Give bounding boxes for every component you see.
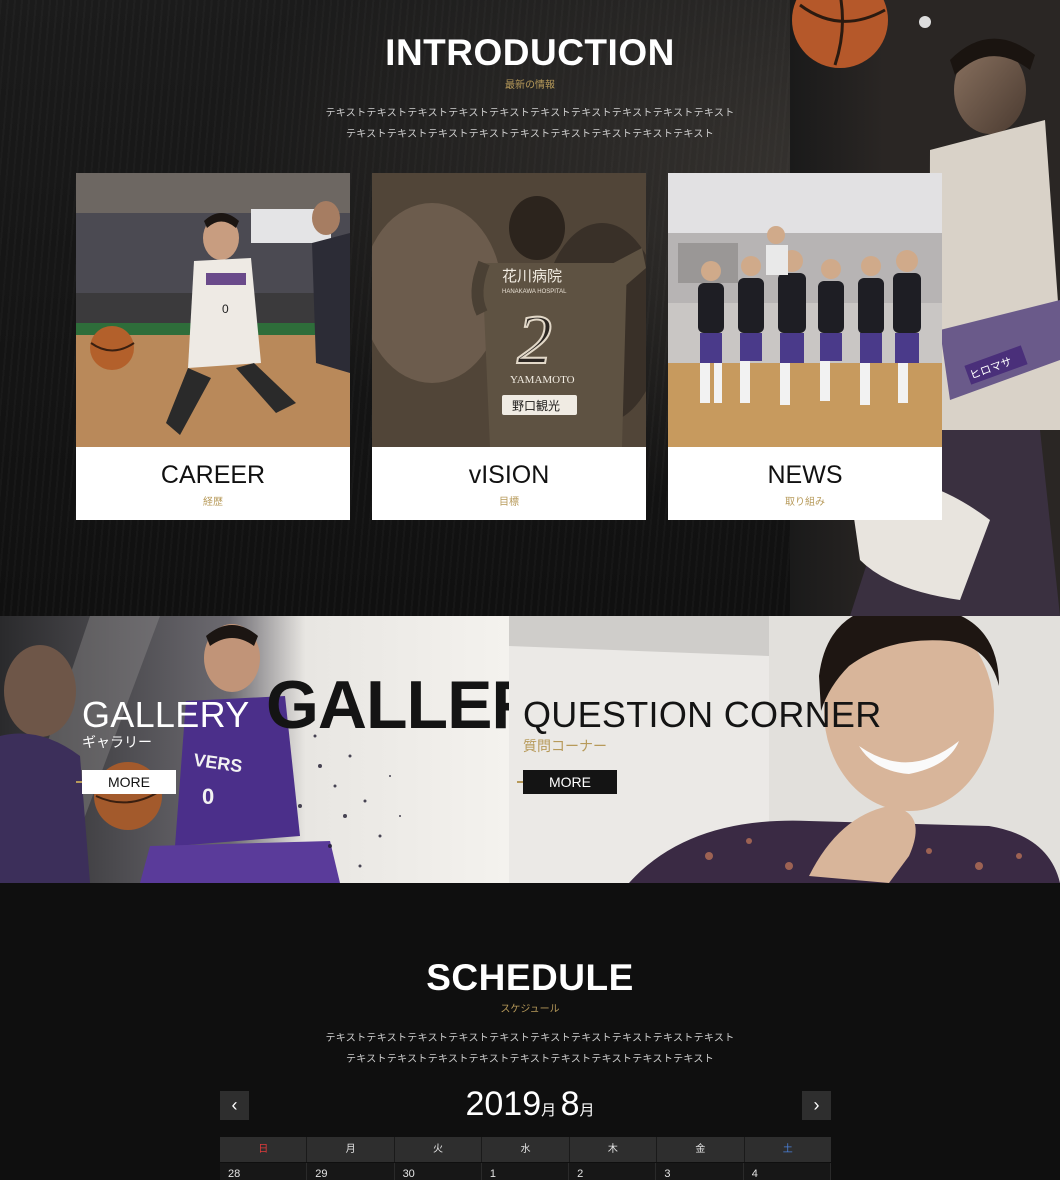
calendar-day-cell[interactable]: 30 — [394, 1163, 482, 1180]
calendar-weekday-header: 日 月 火 水 木 金 土 — [220, 1137, 831, 1162]
calendar-year: 2019 — [465, 1085, 542, 1123]
gallery-more-button[interactable]: MORE — [82, 770, 176, 794]
career-photo: 0 — [76, 173, 350, 447]
calendar-month-unit: 月 — [579, 1102, 595, 1119]
chevron-right-icon: › — [813, 1095, 820, 1115]
calendar-day-cell[interactable]: 28 — [220, 1163, 308, 1180]
gallery-jersey-number: 0 — [202, 784, 214, 809]
news-sub-label: 取り組み — [785, 497, 825, 508]
introduction-section: ヒロマサ INTRODUCTION 最新の情報 テキストテキストテキストテキスト… — [0, 0, 1060, 616]
calendar-month-heading: 2019月 8月 — [0, 1085, 1060, 1124]
schedule-section: SCHEDULE スケジュール テキストテキストテキストテキストテキストテキスト… — [0, 883, 1060, 1180]
gallery-subtitle: ギャラリー — [82, 734, 152, 750]
weekday-wednesday: 水 — [482, 1137, 570, 1162]
schedule-text-line-2: テキストテキストテキストテキストテキストテキストテキストテキストテキスト — [345, 1054, 715, 1065]
vision-jersey-number: 2 — [517, 302, 552, 379]
vision-label: vISION — [468, 461, 550, 489]
calendar-day-cell[interactable]: 2 — [569, 1163, 657, 1180]
intro-text-line-1: テキストテキストテキストテキストテキストテキストテキストテキストテキストテキスト — [325, 108, 735, 119]
weekday-monday: 月 — [307, 1137, 395, 1162]
intro-title: INTRODUCTION — [385, 32, 675, 73]
schedule-title: SCHEDULE — [426, 957, 634, 998]
news-label: NEWS — [767, 461, 843, 489]
gallery-background-image: VERS 0 — [0, 616, 509, 883]
calendar-next-button[interactable]: › — [802, 1091, 831, 1120]
question-corner-banner[interactable]: QUESTION CORNER 質問コーナー MORE — [509, 616, 1060, 883]
calendar-day-cell[interactable]: 1 — [481, 1163, 570, 1180]
vision-photo: 花川病院 HANAKAWA HOSPITAL 2 YAMAMOTO 野口観光 — [372, 173, 646, 447]
career-card[interactable]: 0 CAREER 経歴 — [76, 173, 350, 520]
vision-jersey-name: YAMAMOTO — [510, 374, 575, 386]
calendar-day-cell[interactable]: 29 — [307, 1163, 395, 1180]
news-photo — [668, 173, 942, 447]
weekday-thursday: 木 — [569, 1137, 658, 1162]
career-label: CAREER — [160, 461, 266, 489]
career-jersey-number: 0 — [222, 302, 229, 316]
intro-text-line-2: テキストテキストテキストテキストテキストテキストテキストテキストテキスト — [345, 129, 715, 140]
schedule-text-line-1: テキストテキストテキストテキストテキストテキストテキストテキストテキストテキスト — [325, 1033, 735, 1044]
question-title: QUESTION CORNER — [523, 694, 882, 735]
question-subtitle: 質問コーナー — [523, 738, 607, 754]
gallery-title: GALLERY — [82, 694, 250, 735]
career-sub-label: 経歴 — [203, 497, 223, 508]
calendar-year-unit: 月 — [541, 1102, 557, 1119]
vision-card[interactable]: 花川病院 HANAKAWA HOSPITAL 2 YAMAMOTO 野口観光 v… — [372, 173, 646, 520]
gallery-banner[interactable]: VERS 0 GALLERY GALLERY ギャラリー MORE — [0, 616, 509, 883]
vision-sub-label: 目標 — [499, 497, 519, 508]
weekday-sunday: 日 — [220, 1137, 308, 1162]
intro-subtitle: 最新の情報 — [505, 80, 555, 91]
schedule-subtitle: スケジュール — [500, 1004, 560, 1015]
question-more-button[interactable]: MORE — [523, 770, 617, 794]
vision-jersey-patch: 野口観光 — [512, 399, 560, 413]
weekday-saturday: 土 — [744, 1137, 831, 1162]
weekday-tuesday: 火 — [394, 1137, 483, 1162]
calendar-week-row: 28 29 30 1 2 3 4 — [220, 1163, 831, 1180]
calendar-day-cell[interactable]: 3 — [656, 1163, 744, 1180]
weekday-friday: 金 — [657, 1137, 745, 1162]
gallery-watermark: GALLERY — [266, 667, 509, 743]
vision-jersey-sponsor: 花川病院 — [502, 267, 562, 285]
news-card[interactable]: NEWS 取り組み — [668, 173, 942, 520]
calendar-month: 8 — [560, 1085, 580, 1123]
calendar-day-cell[interactable]: 4 — [743, 1163, 831, 1180]
vision-jersey-sponsor-en: HANAKAWA HOSPITAL — [502, 289, 567, 295]
